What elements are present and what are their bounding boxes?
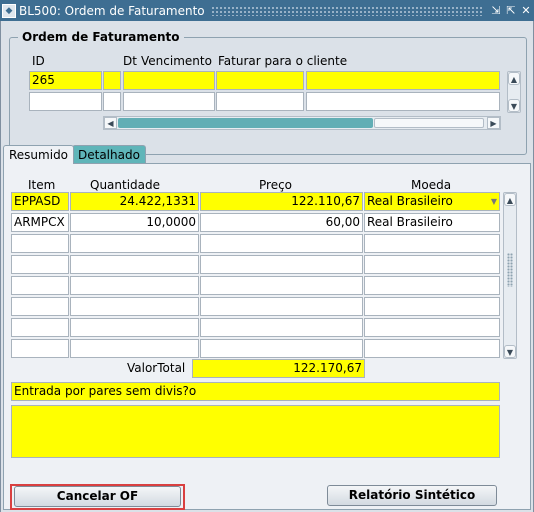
item-cell[interactable] [11,276,69,295]
vencimento-field[interactable] [123,92,215,111]
relatorio-sintetico-button[interactable]: Relatório Sintético [327,485,497,506]
close-icon[interactable]: ✕ [519,4,533,17]
observacao-field[interactable]: Entrada por pares sem divis?o [11,382,500,401]
item-cell[interactable] [11,255,69,274]
column-header-preco: Preço [259,178,293,192]
quantidade-cell[interactable] [70,234,199,253]
item-cell[interactable] [11,318,69,337]
scroll-track [118,118,373,128]
scroll-up-icon[interactable]: ▲ [508,72,520,85]
column-header-quantidade: Quantidade [90,178,161,192]
items-vertical-scrollbar[interactable]: ▲ ▼ [503,192,517,359]
quantidade-cell[interactable] [70,276,199,295]
column-header-moeda: Moeda [411,178,452,192]
scroll-thumb[interactable] [374,118,484,128]
window-titlebar[interactable]: ◆ BL500: Ordem de Faturamento ⇲ ⇱ ✕ [0,0,534,21]
scroll-down-icon[interactable]: ▼ [508,99,520,112]
label-vencimento: Vencimento [141,54,212,68]
chevron-down-icon[interactable]: ▼ [491,193,497,210]
moeda-cell[interactable] [364,276,500,295]
titlebar-grip [210,5,483,16]
dt-field[interactable] [103,71,121,90]
faturar-field[interactable] [216,71,304,90]
restore-icon[interactable]: ⇲ [489,4,503,17]
label-dt: Dt [123,54,137,68]
header-vertical-scrollbar[interactable]: ▲ ▼ [507,71,521,113]
client-name-field[interactable] [306,71,500,90]
maximize-icon[interactable]: ⇱ [504,4,518,17]
scroll-down-icon[interactable]: ▼ [504,345,516,358]
quantidade-cell[interactable]: 10,0000 [70,213,199,232]
preco-cell[interactable] [200,234,363,253]
label-id: ID [32,54,45,68]
vencimento-field[interactable] [123,71,215,90]
valor-total-label: ValorTotal [127,361,186,375]
moeda-cell[interactable] [364,339,500,358]
form-window: Ordem de Faturamento ID Dt Vencimento Fa… [0,21,534,512]
window-title: BL500: Ordem de Faturamento [19,3,205,18]
quantidade-cell[interactable]: 24.422,1331 [70,192,199,211]
scroll-grip[interactable] [507,253,513,287]
item-cell[interactable] [11,234,69,253]
quantidade-cell[interactable] [70,297,199,316]
moeda-value: Real Brasileiro [367,194,453,208]
preco-cell[interactable] [200,339,363,358]
tab-panel-resumido: Item Quantidade Preço Moeda EPPASD 24.42… [3,163,531,510]
faturar-field[interactable] [216,92,304,111]
moeda-cell[interactable] [364,234,500,253]
quantidade-cell[interactable] [70,318,199,337]
item-cell[interactable]: ARMPCX [11,213,69,232]
moeda-cell[interactable] [364,255,500,274]
label-faturar: Faturar para o cliente [218,54,348,68]
moeda-cell[interactable]: Real Brasileiro [364,213,500,232]
item-cell[interactable] [11,297,69,316]
header-horizontal-scrollbar[interactable]: ◀ ▶ [103,116,501,130]
id-field[interactable] [29,92,102,111]
scroll-left-icon[interactable]: ◀ [104,117,117,129]
moeda-cell[interactable]: Real Brasileiro ▼ [364,192,500,211]
moeda-cell[interactable] [364,297,500,316]
oracle-forms-icon: ◆ [2,3,16,18]
client-name-field[interactable] [306,92,500,111]
preco-cell[interactable] [200,276,363,295]
preco-cell[interactable]: 60,00 [200,213,363,232]
item-cell[interactable] [11,339,69,358]
preco-cell[interactable] [200,255,363,274]
preco-cell[interactable]: 122.110,67 [200,192,363,211]
valor-total-field: 122.170,67 [192,359,365,378]
item-cell[interactable]: EPPASD [11,192,69,211]
scroll-up-icon[interactable]: ▲ [504,193,516,206]
cancelar-of-button[interactable]: Cancelar OF [14,486,181,507]
tab-detalhado[interactable]: Detalhado [72,145,146,164]
scroll-right-icon[interactable]: ▶ [487,117,500,129]
quantidade-cell[interactable] [70,255,199,274]
tab-resumido[interactable]: Resumido [3,145,75,164]
preco-cell[interactable] [200,297,363,316]
id-field[interactable]: 265 [29,71,102,90]
observacao-textarea[interactable] [11,405,500,458]
quantidade-cell[interactable] [70,339,199,358]
moeda-cell[interactable] [364,318,500,337]
ordem-faturamento-section: Ordem de Faturamento ID Dt Vencimento Fa… [9,30,527,155]
preco-cell[interactable] [200,318,363,337]
dt-field[interactable] [103,92,121,111]
section-title: Ordem de Faturamento [18,30,184,44]
column-header-item: Item [28,178,56,192]
